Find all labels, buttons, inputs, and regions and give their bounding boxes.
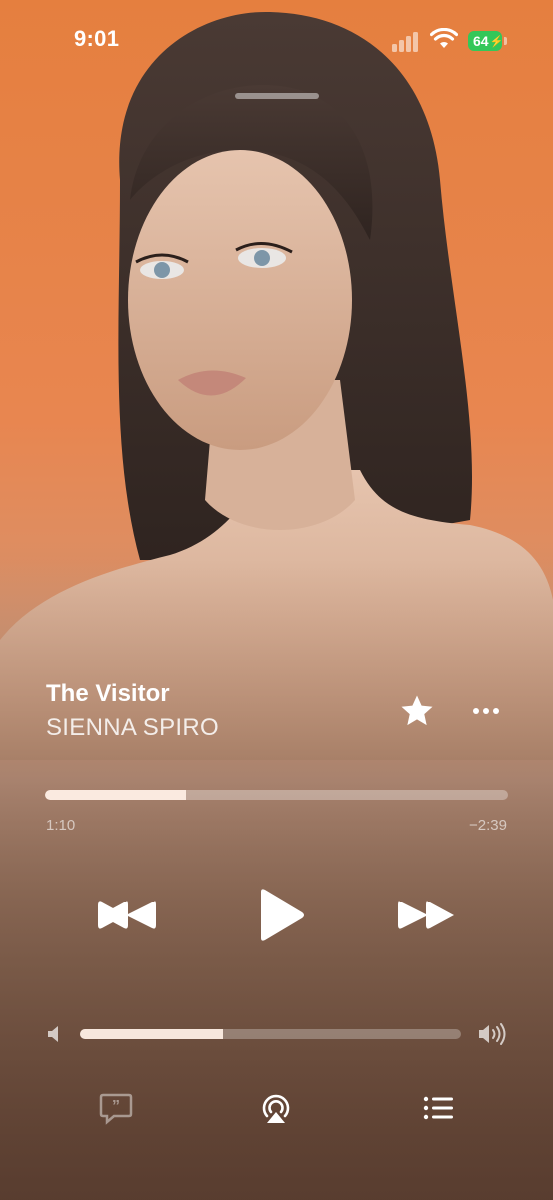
charging-bolt-icon: ⚡ — [489, 35, 504, 48]
sheet-grabber[interactable] — [235, 93, 319, 99]
song-title[interactable]: The Visitor — [46, 680, 170, 708]
rewind-icon[interactable] — [96, 894, 158, 936]
battery-indicator: 64 ⚡ — [468, 31, 504, 51]
remaining-time: −2:39 — [469, 817, 507, 834]
speaker-low-icon — [48, 1026, 58, 1042]
svg-text:”: ” — [112, 1098, 120, 1115]
cellular-signal-icon — [392, 30, 422, 52]
play-icon[interactable] — [252, 888, 306, 942]
volume-slider[interactable] — [80, 1029, 461, 1039]
playback-scrubber[interactable] — [45, 790, 508, 800]
queue-icon[interactable] — [420, 1090, 456, 1126]
volume-level-fill — [80, 1029, 223, 1039]
lyrics-icon[interactable]: ” — [98, 1090, 134, 1126]
airplay-icon[interactable] — [258, 1090, 294, 1126]
battery-level: 64 — [473, 33, 489, 49]
status-time: 9:01 — [74, 26, 120, 51]
wifi-icon — [430, 28, 458, 48]
status-bar: 9:01 64 ⚡ — [0, 0, 553, 80]
more-options-icon[interactable] — [466, 696, 506, 726]
artist-name[interactable]: SIENNA SPIRO — [46, 714, 219, 742]
speaker-high-icon — [479, 1023, 506, 1045]
album-art-background — [0, 0, 553, 1200]
playback-progress-fill — [45, 790, 187, 800]
fast-forward-icon[interactable] — [396, 894, 458, 936]
favorite-star-icon[interactable] — [398, 692, 436, 730]
elapsed-time: 1:10 — [46, 817, 76, 834]
battery-nub — [504, 37, 507, 45]
